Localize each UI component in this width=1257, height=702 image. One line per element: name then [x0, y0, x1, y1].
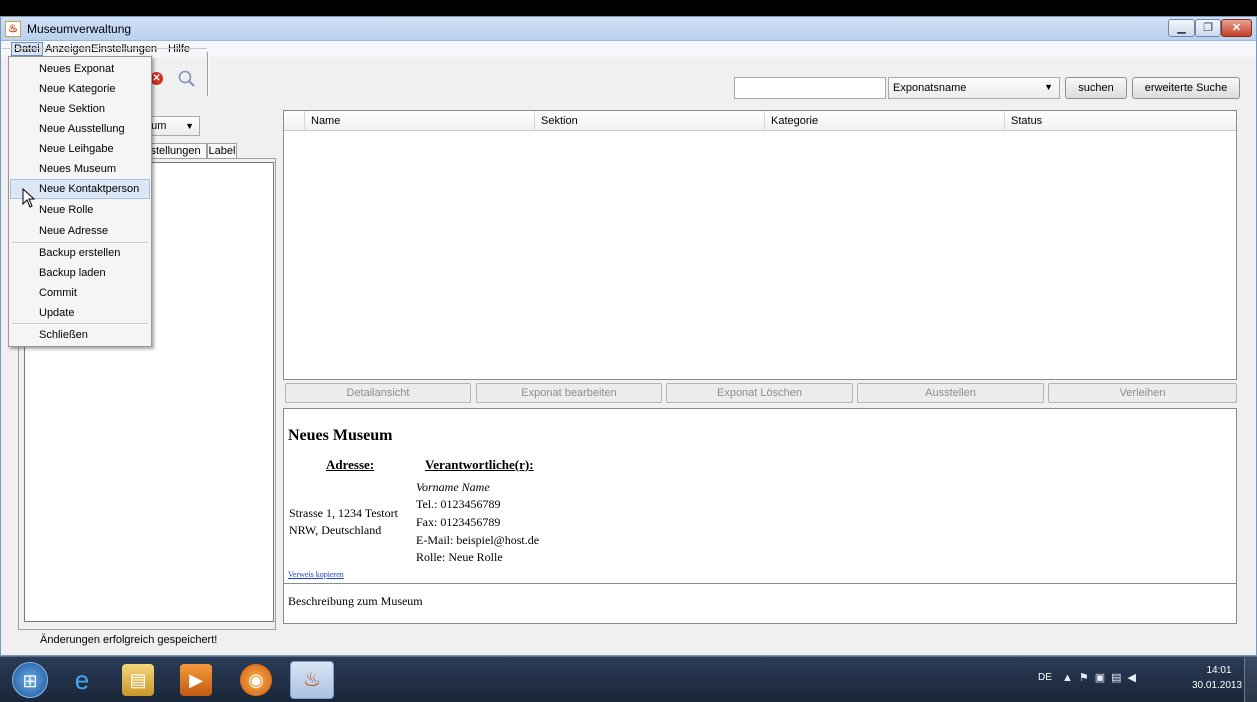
language-indicator[interactable]: DE [1038, 672, 1052, 683]
menu-item-schliessen[interactable]: Schließen [10, 325, 150, 345]
menu-item-neue-kategorie[interactable]: Neue Kategorie [10, 79, 150, 99]
menu-item-neue-ausstellung[interactable]: Neue Ausstellung [10, 119, 150, 139]
clock-date[interactable]: 30.01.2013 [1187, 680, 1247, 691]
contact-role: Rolle: Neue Rolle [416, 550, 503, 564]
chevron-down-icon: ▼ [185, 121, 194, 131]
tray-icons[interactable]: ▲⚑▣▤◀ [1062, 671, 1142, 684]
advanced-search-button[interactable]: erweiterte Suche [1132, 77, 1240, 99]
address-line-2: NRW, Deutschland [289, 523, 382, 537]
menu-item-backup-erstellen[interactable]: Backup erstellen [10, 243, 150, 263]
menu-hilfe[interactable]: Hilfe [166, 42, 192, 56]
contact-tel: Tel.: 0123456789 [416, 497, 501, 511]
title-bar: ♨ Museumverwaltung ▁ ❐ ✕ [1, 17, 1256, 41]
menu-item-update[interactable]: Update [10, 303, 150, 323]
ie-icon[interactable]: e [66, 664, 98, 696]
menu-item-neues-exponat[interactable]: Neues Exponat [10, 59, 150, 79]
tab-label[interactable]: Label [207, 143, 237, 159]
column-header-kategorie[interactable]: Kategorie [764, 111, 1004, 131]
minimize-button[interactable]: ▁ [1168, 19, 1195, 37]
search-field-value: Exponatsname [893, 82, 967, 94]
search-field-select[interactable]: Exponatsname ▼ [888, 77, 1060, 99]
toolbar-separator [207, 52, 210, 96]
detail-view-button[interactable]: Detailansicht [285, 383, 471, 403]
exhibit-button[interactable]: Ausstellen [857, 383, 1044, 403]
start-icon[interactable]: ⊞ [12, 662, 48, 698]
close-button[interactable]: ✕ [1221, 19, 1252, 37]
edit-exhibit-button[interactable]: Exponat bearbeiten [476, 383, 662, 403]
clock-time[interactable]: 14:01 [1194, 665, 1244, 676]
responsible-heading: Verantwortliche(r): [425, 457, 534, 472]
chevron-down-icon: ▼ [1044, 82, 1053, 92]
menu-einstellungen[interactable]: Einstellungen [89, 42, 159, 56]
firefox-icon[interactable]: ◉ [240, 664, 272, 696]
status-message: Änderungen erfolgreich gespeichert! [40, 634, 218, 646]
delete-exhibit-button[interactable]: Exponat Löschen [666, 383, 853, 403]
menu-datei[interactable]: Datei [11, 42, 43, 56]
menu-item-neue-leihgabe[interactable]: Neue Leihgabe [10, 139, 150, 159]
media-player-icon[interactable]: ▶ [180, 664, 212, 696]
table-header-corner [284, 111, 304, 131]
address-line-1: Strasse 1, 1234 Testort [289, 506, 398, 520]
menu-item-backup-laden[interactable]: Backup laden [10, 263, 150, 283]
column-header-status[interactable]: Status [1004, 111, 1238, 131]
column-header-sektion[interactable]: Sektion [534, 111, 764, 131]
search-button[interactable]: suchen [1065, 77, 1127, 99]
menu-bar: Datei Anzeigen Einstellungen Hilfe [1, 41, 1256, 57]
taskbar: ⊞ e ▤ ▶ ◉ ♨ DE ▲⚑▣▤◀ 14:01 30.01.2013 [0, 656, 1257, 702]
detail-title: Neues Museum [288, 427, 393, 444]
window-title: Museumverwaltung [27, 22, 132, 36]
contact-fax: Fax: 0123456789 [416, 515, 501, 529]
detail-divider [284, 583, 1236, 585]
menu-item-neue-sektion[interactable]: Neue Sektion [10, 99, 150, 119]
address-heading: Adresse: [326, 457, 375, 472]
java-task-icon[interactable]: ♨ [290, 661, 334, 699]
exhibits-table[interactable]: Name Sektion Kategorie Status [283, 110, 1237, 380]
search-input[interactable] [734, 77, 886, 99]
search-icon[interactable] [177, 69, 197, 89]
lend-button[interactable]: Verleihen [1048, 383, 1237, 403]
menu-anzeigen[interactable]: Anzeigen [43, 42, 93, 56]
detail-description[interactable]: Beschreibung zum Museum [288, 594, 423, 609]
contact-email: E-Mail: beispiel@host.de [416, 533, 540, 547]
maximize-button[interactable]: ❐ [1195, 19, 1221, 37]
mouse-cursor-icon [22, 188, 36, 208]
menu-item-neue-adresse[interactable]: Neue Adresse [10, 221, 150, 241]
column-header-name[interactable]: Name [304, 111, 534, 131]
menu-item-neues-museum[interactable]: Neues Museum [10, 159, 150, 179]
copy-link[interactable]: Verweis kopieren [288, 570, 344, 579]
toolbar-divider [2, 48, 207, 49]
show-desktop-button[interactable] [1244, 657, 1257, 702]
detail-panel: Neues Museum Adresse: Verantwortliche(r)… [283, 408, 1237, 624]
java-icon: ♨ [5, 21, 21, 37]
table-header: Name Sektion Kategorie Status [284, 111, 1236, 131]
contact-name: Vorname Name [416, 480, 490, 494]
explorer-icon[interactable]: ▤ [122, 664, 154, 696]
menu-item-commit[interactable]: Commit [10, 283, 150, 303]
